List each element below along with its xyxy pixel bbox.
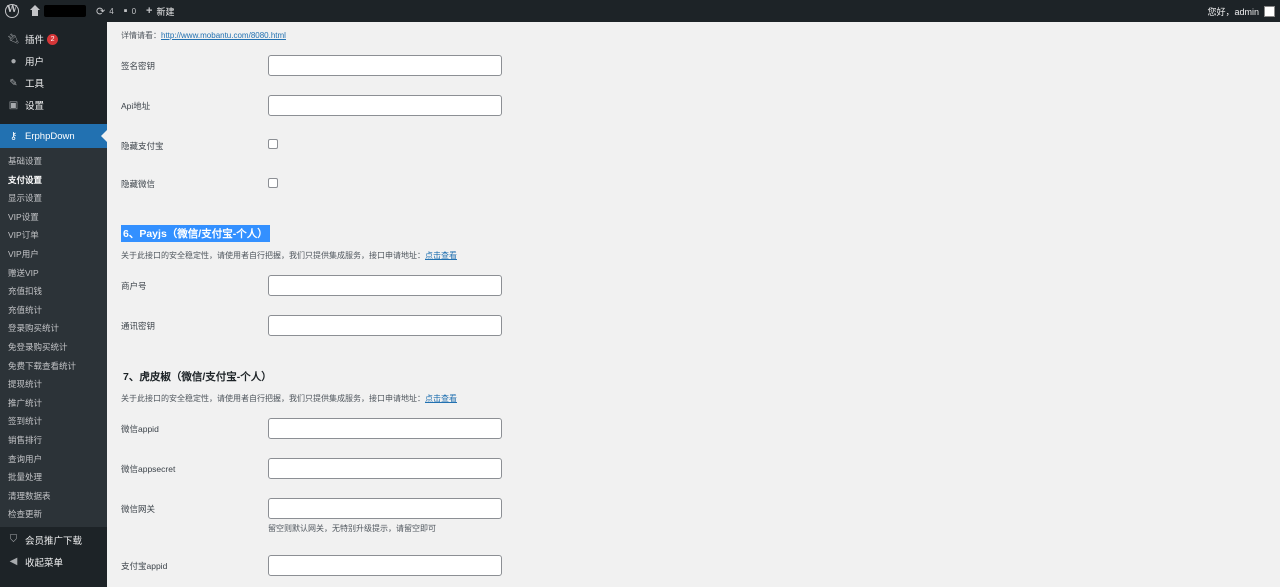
comment-icon: ▪	[123, 5, 128, 17]
alipay-appid-input[interactable]	[268, 555, 502, 576]
plugin-icon: 🔌︎	[7, 33, 20, 45]
section-payjs-desc-text: 关于此接口的安全稳定性，请使用者自行把握，我们只提供集成服务，接口申请地址：	[121, 251, 425, 260]
sidebar-item-tools[interactable]: ✎ 工具	[0, 72, 107, 94]
submenu-item[interactable]: 批量处理	[0, 468, 107, 487]
sidebar-item-label: 插件	[25, 35, 45, 46]
plus-icon: +	[146, 5, 153, 17]
payjs-apply-link[interactable]: 点击查看	[425, 251, 457, 260]
sidebar-item-label: 工具	[25, 79, 45, 90]
admin-sidebar: 🔌︎ 插件 2 ● 用户 ✎ 工具 ▣ 设置 ⚷ ErphpDown 基础设置支…	[0, 22, 107, 587]
avatar	[1264, 5, 1275, 17]
alipay-appid-label: 支付宝appid	[121, 561, 168, 571]
wechat-appid-label: 微信appid	[121, 424, 159, 434]
comm-key-label: 通讯密钥	[121, 321, 156, 331]
merchant-id-label: 商户号	[121, 281, 147, 291]
wp-logo-menu[interactable]: W	[0, 0, 24, 22]
updates-icon: ⟳	[96, 5, 106, 18]
submenu-item[interactable]: VIP订单	[0, 226, 107, 245]
detail-link[interactable]: http://www.mobantu.com/8080.html	[161, 31, 286, 40]
submenu-item[interactable]: 登录购买统计	[0, 319, 107, 338]
submenu-item[interactable]: 清理数据表	[0, 487, 107, 506]
wechat-appsecret-label: 微信appsecret	[121, 464, 176, 474]
submenu-item[interactable]: 提现统计	[0, 375, 107, 394]
submenu-item[interactable]: 检查更新	[0, 505, 107, 524]
submenu-item[interactable]: 基础设置	[0, 152, 107, 171]
sign-key-input[interactable]	[268, 55, 502, 76]
sign-key-label: 签名密钥	[121, 61, 156, 71]
api-url-input[interactable]	[268, 95, 502, 116]
section-payjs-desc: 关于此接口的安全稳定性，请使用者自行把握，我们只提供集成服务，接口申请地址：点击…	[121, 250, 457, 261]
wechat-appid-input[interactable]	[268, 418, 502, 439]
submenu-item[interactable]: 充值扣钱	[0, 282, 107, 301]
updates-menu[interactable]: ⟳ 4	[91, 0, 119, 22]
submenu-item[interactable]: 充值统计	[0, 301, 107, 320]
hide-alipay-checkbox[interactable]	[268, 139, 278, 149]
collapse-menu-button[interactable]: ◀ 收起菜单	[0, 551, 107, 573]
sidebar-item-label: 设置	[25, 101, 45, 112]
new-content-menu[interactable]: + 新建	[141, 0, 179, 22]
key-icon: ⚷	[9, 130, 18, 142]
submenu-item[interactable]: 销售排行	[0, 431, 107, 450]
sidebar-item-member-promo[interactable]: ⛉ 会员推广下载	[0, 529, 107, 551]
detail-note: 详情请看：http://www.mobantu.com/8080.html	[121, 30, 286, 41]
xunhupay-apply-link[interactable]: 点击查看	[425, 394, 457, 403]
settings-content: 详情请看：http://www.mobantu.com/8080.html 签名…	[107, 22, 1267, 587]
comments-menu[interactable]: ▪ 0	[119, 0, 141, 22]
wechat-gateway-help: 留空则默认网关，无特别升级提示，请留空即可	[268, 524, 436, 533]
site-name-redacted	[44, 5, 86, 17]
submenu-item[interactable]: VIP用户	[0, 245, 107, 264]
section-payjs-title: 6、Payjs（微信/支付宝-个人）	[121, 225, 270, 242]
home-icon	[29, 5, 41, 17]
shield-icon: ⛉	[9, 534, 18, 546]
users-icon: ●	[10, 55, 17, 67]
submenu-item[interactable]: 赠送VIP	[0, 264, 107, 283]
my-account-menu[interactable]: 您好，admin	[1207, 5, 1280, 18]
submenu-item[interactable]: 查询用户	[0, 450, 107, 469]
submenu-item[interactable]: 显示设置	[0, 189, 107, 208]
page-scrollbar[interactable]	[1267, 22, 1280, 587]
sidebar-item-label: 收起菜单	[25, 557, 64, 569]
hide-alipay-label: 隐藏支付宝	[121, 141, 164, 151]
submenu-item[interactable]: 免登录购买统计	[0, 338, 107, 357]
submenu-item[interactable]: 支付设置	[0, 171, 107, 190]
tools-icon: ✎	[9, 77, 18, 89]
site-name-menu[interactable]	[24, 0, 91, 22]
comments-count: 0	[131, 6, 137, 16]
sidebar-item-users[interactable]: ● 用户	[0, 50, 107, 72]
wechat-gateway-input[interactable]	[268, 498, 502, 519]
updates-count: 4	[109, 6, 114, 16]
sidebar-item-plugins[interactable]: 🔌︎ 插件 2	[0, 28, 107, 50]
hide-wechat-checkbox[interactable]	[268, 178, 278, 188]
sidebar-item-label: ErphpDown	[25, 130, 75, 142]
detail-note-prefix: 详情请看：	[121, 31, 161, 40]
comm-key-input[interactable]	[268, 315, 502, 336]
hide-wechat-label: 隐藏微信	[121, 179, 156, 189]
plugins-update-badge: 2	[47, 33, 59, 45]
sidebar-item-label: 用户	[25, 57, 45, 68]
new-label: 新建	[156, 6, 175, 17]
api-url-label: Api地址	[121, 101, 151, 111]
section-xunhupay-title: 7、虎皮椒（微信/支付宝-个人）	[123, 371, 272, 383]
submenu-item[interactable]: 免费下载查看统计	[0, 357, 107, 376]
wordpress-logo-icon: W	[5, 4, 19, 18]
merchant-id-input[interactable]	[268, 275, 502, 296]
greeting: 您好，admin	[1207, 6, 1259, 17]
section-xunhupay-desc: 关于此接口的安全稳定性，请使用者自行把握，我们只提供集成服务，接口申请地址：点击…	[121, 393, 457, 404]
collapse-icon: ◀	[9, 556, 18, 568]
wechat-gateway-label: 微信网关	[121, 504, 156, 514]
sidebar-item-settings[interactable]: ▣ 设置	[0, 94, 107, 116]
submenu-item[interactable]: VIP设置	[0, 208, 107, 227]
submenu-item[interactable]: 推广统计	[0, 394, 107, 413]
sidebar-item-erphpdown[interactable]: ⚷ ErphpDown	[0, 124, 107, 148]
wechat-appsecret-input[interactable]	[268, 458, 502, 479]
admin-bar: W ⟳ 4 ▪ 0 + 新建 您好，admin	[0, 0, 1280, 22]
settings-icon: ▣	[8, 99, 19, 111]
sidebar-item-label: 会员推广下载	[25, 535, 83, 547]
section-xunhupay-desc-text: 关于此接口的安全稳定性，请使用者自行把握，我们只提供集成服务，接口申请地址：	[121, 394, 425, 403]
submenu-item[interactable]: 签到统计	[0, 412, 107, 431]
erphpdown-submenu: 基础设置 支付设置 显示设置 VIP设置 VIP订单 VIP用户 赠送VIP 充值扣钱 充值统计…	[0, 148, 107, 527]
